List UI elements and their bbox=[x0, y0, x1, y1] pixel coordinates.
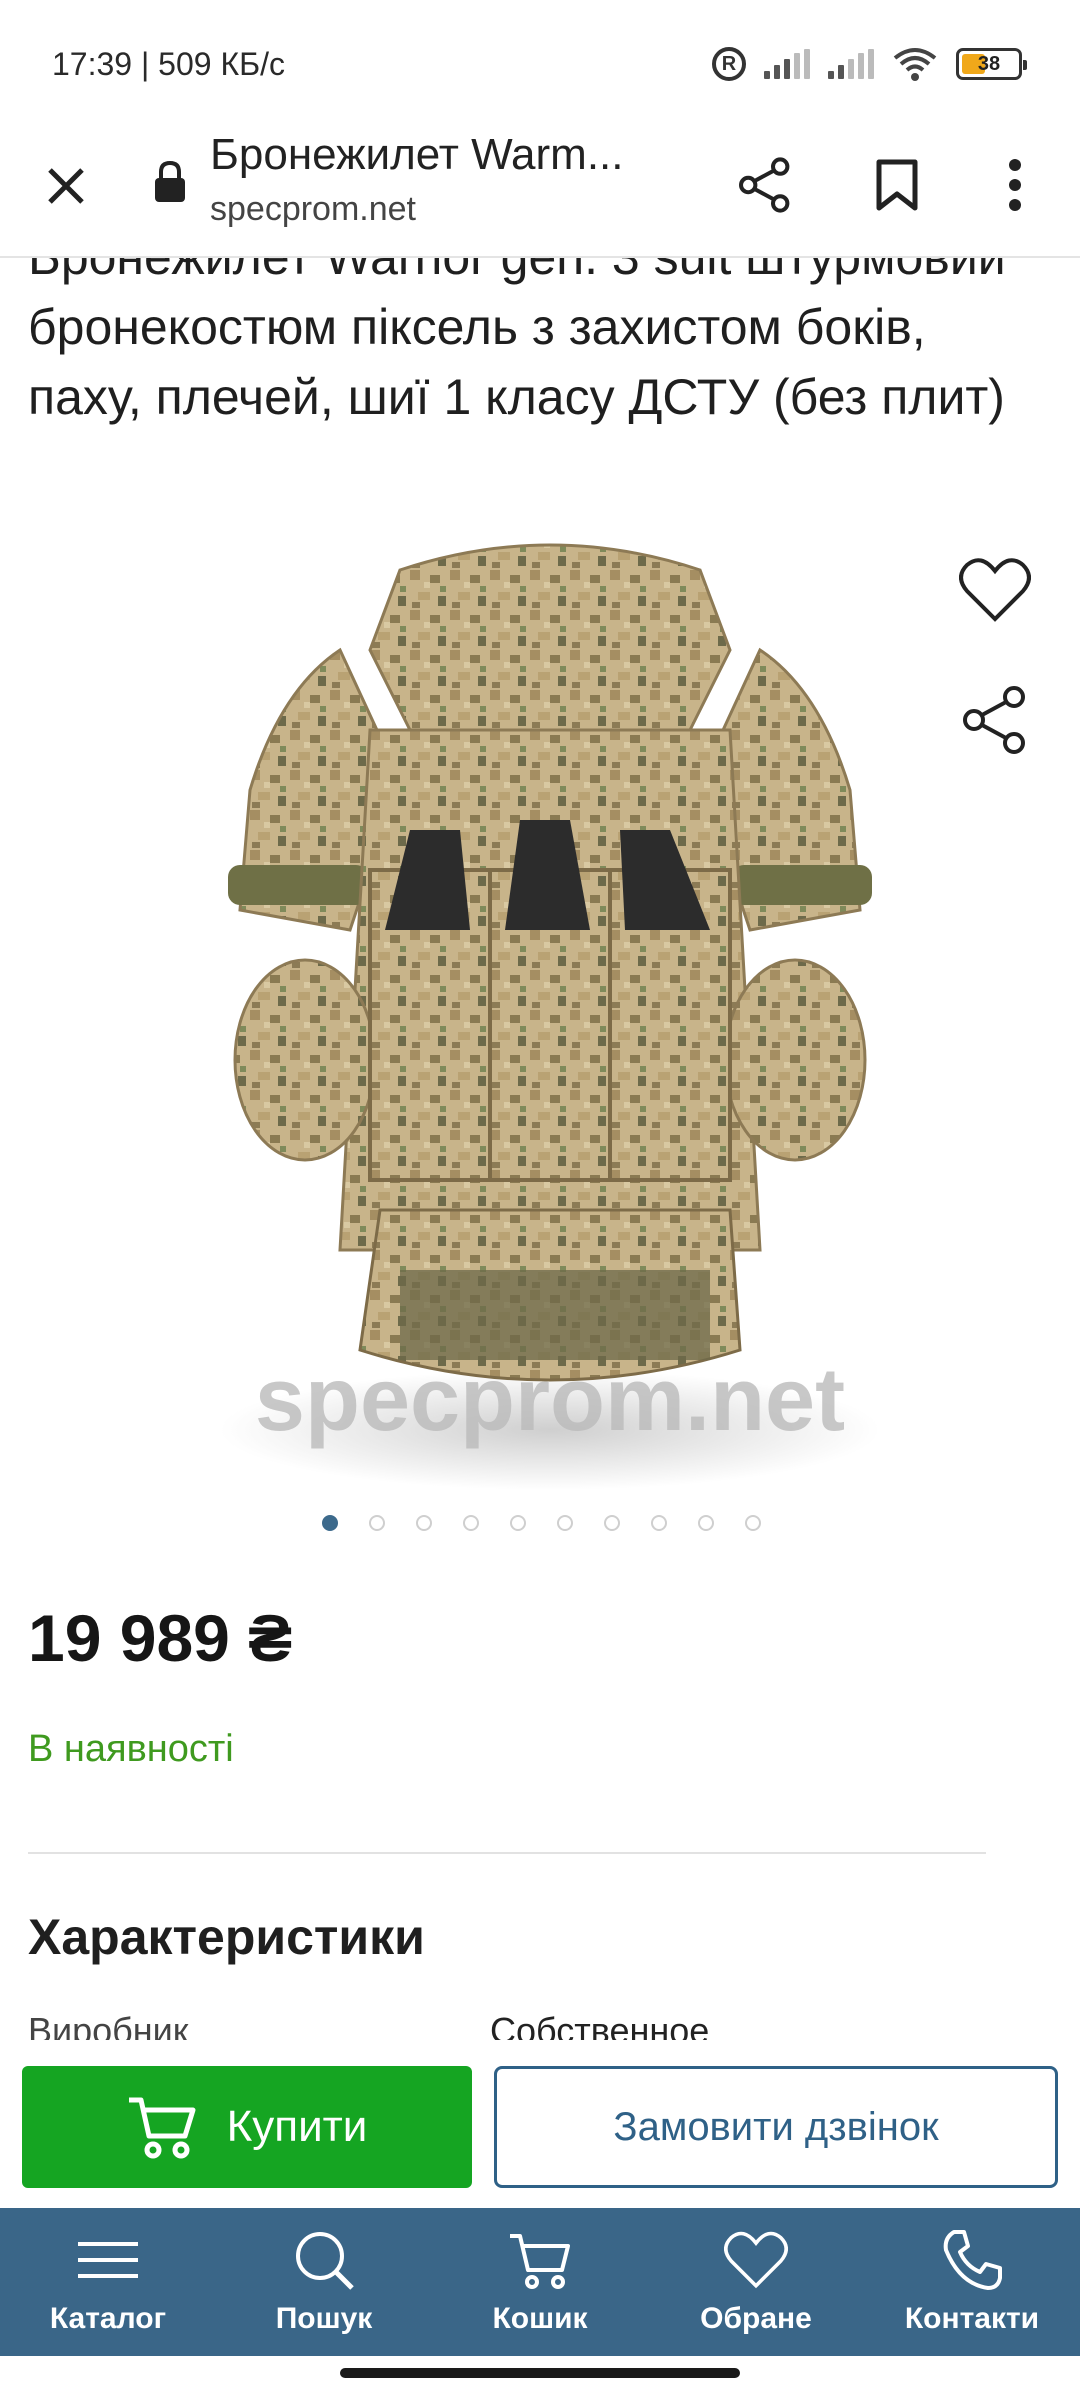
nav-cart-label: Кошик bbox=[492, 2302, 588, 2335]
signal-2-icon bbox=[828, 49, 874, 79]
nav-cart[interactable]: Кошик bbox=[432, 2208, 648, 2356]
more-vertical-icon bbox=[1009, 159, 1021, 211]
share-icon bbox=[963, 686, 1025, 754]
nav-search-label: Пошук bbox=[275, 2302, 373, 2335]
menu-lines-icon bbox=[78, 2242, 138, 2278]
battery-icon: 38 bbox=[956, 48, 1027, 80]
registered-icon: R bbox=[712, 47, 746, 81]
callback-button[interactable]: Замовити дзвінок bbox=[494, 2066, 1058, 2188]
stock-status: В наявності bbox=[28, 1728, 234, 1770]
signal-1-icon bbox=[764, 49, 810, 79]
gallery-pagination bbox=[322, 1515, 761, 1531]
wifi-icon bbox=[893, 48, 937, 81]
share-page-button[interactable] bbox=[730, 150, 800, 220]
status-icons: R 38 bbox=[712, 44, 1027, 84]
battery-level: 38 bbox=[977, 52, 1001, 75]
buy-button-label: Купити bbox=[226, 2102, 368, 2151]
gallery-dot[interactable] bbox=[698, 1515, 714, 1531]
browser-toolbar: Бронежилет Warm... specprom.net bbox=[0, 130, 1080, 258]
search-icon bbox=[296, 2232, 354, 2290]
page-title-bar[interactable]: Бронежилет Warm... bbox=[210, 130, 624, 180]
cart-icon bbox=[128, 2097, 196, 2159]
nav-contacts[interactable]: Контакти bbox=[864, 2208, 1080, 2356]
bookmark-button[interactable] bbox=[862, 150, 932, 220]
close-tab-button[interactable] bbox=[36, 156, 96, 216]
gallery-dot[interactable] bbox=[557, 1515, 573, 1531]
gallery-dot[interactable] bbox=[322, 1515, 338, 1531]
status-time-speed: 17:39 | 509 КБ/с bbox=[52, 46, 285, 82]
bookmark-icon bbox=[876, 159, 918, 211]
lock-icon bbox=[155, 160, 185, 202]
watermark-text: specprom.net bbox=[255, 1350, 845, 1450]
favorite-button[interactable] bbox=[955, 550, 1035, 630]
gallery-dot[interactable] bbox=[510, 1515, 526, 1531]
nav-catalog-label: Каталог bbox=[49, 2302, 167, 2335]
gallery-dot[interactable] bbox=[463, 1515, 479, 1531]
heart-icon bbox=[959, 558, 1031, 622]
specs-heading: Характеристики bbox=[28, 1909, 425, 1965]
gallery-dot[interactable] bbox=[604, 1515, 620, 1531]
more-menu-button[interactable] bbox=[980, 150, 1050, 220]
product-image[interactable]: specprom.net bbox=[170, 530, 930, 1500]
gallery-dot[interactable] bbox=[745, 1515, 761, 1531]
nav-favorites-label: Обране bbox=[700, 2302, 812, 2335]
gallery-dot[interactable] bbox=[369, 1515, 385, 1531]
product-price: 19 989 ₴ bbox=[28, 1601, 293, 1675]
share-product-button[interactable] bbox=[955, 680, 1035, 760]
gallery-dot[interactable] bbox=[651, 1515, 667, 1531]
status-bar: 17:39 | 509 КБ/с R 38 bbox=[0, 0, 1080, 130]
action-bar: Купити Замовити дзвінок bbox=[0, 2040, 1080, 2208]
divider bbox=[28, 1852, 986, 1854]
close-icon bbox=[48, 168, 84, 204]
nav-favorites[interactable]: Обране bbox=[648, 2208, 864, 2356]
vest-image: specprom.net bbox=[220, 543, 880, 1490]
bottom-navigation: Каталог Пошук Кошик Обране Контакти bbox=[0, 2208, 1080, 2356]
heart-icon bbox=[724, 2231, 788, 2289]
cart-icon bbox=[510, 2234, 570, 2289]
nav-contacts-label: Контакти bbox=[904, 2302, 1040, 2335]
buy-button[interactable]: Купити bbox=[22, 2066, 472, 2188]
gallery-dot[interactable] bbox=[416, 1515, 432, 1531]
nav-catalog[interactable]: Каталог bbox=[0, 2208, 216, 2356]
home-indicator[interactable] bbox=[340, 2368, 740, 2378]
callback-button-label: Замовити дзвінок bbox=[613, 2104, 939, 2149]
phone-icon bbox=[943, 2230, 1002, 2290]
nav-search[interactable]: Пошук bbox=[216, 2208, 432, 2356]
url-bar[interactable]: specprom.net bbox=[210, 190, 416, 229]
share-icon bbox=[739, 157, 790, 213]
